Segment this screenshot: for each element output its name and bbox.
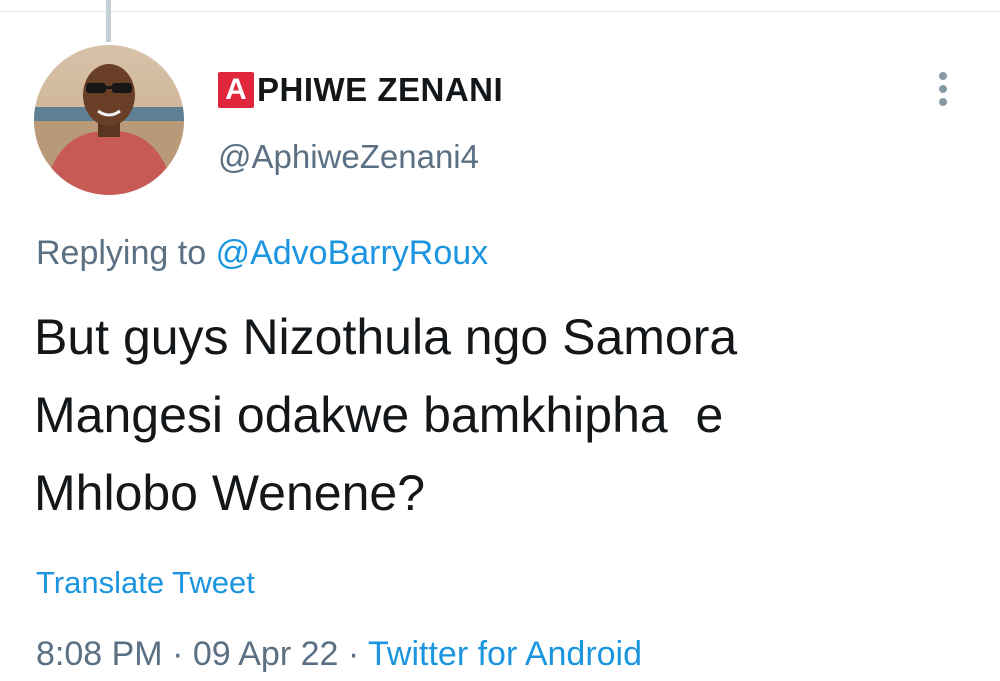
avatar[interactable]: [34, 45, 184, 195]
tweet-time: 8:08 PM: [36, 635, 163, 673]
author-handle[interactable]: @AphiweZenani4: [218, 138, 479, 176]
author-name-badge: A: [218, 72, 254, 108]
tweet-meta: 8:08 PM · 09 Apr 22 · Twitter for Androi…: [36, 635, 642, 674]
replying-prefix: Replying to: [36, 234, 207, 272]
avatar-image: [34, 45, 184, 195]
author-name-row[interactable]: A PHIWE ZENANI: [218, 70, 503, 110]
tweet-date: 09 Apr 22: [192, 635, 339, 673]
top-border: [0, 0, 1000, 12]
author-display-name: PHIWE ZENANI: [257, 71, 504, 108]
tweet-text: But guys Nizothula ngo Samora Mangesi od…: [34, 309, 738, 521]
more-options-icon[interactable]: [930, 70, 956, 112]
translate-tweet-link[interactable]: Translate Tweet: [36, 565, 255, 601]
reply-mention-link[interactable]: @AdvoBarryRoux: [216, 234, 489, 272]
replying-to: Replying to @AdvoBarryRoux: [36, 234, 488, 273]
meta-separator: ·: [162, 635, 193, 673]
thread-connector-line: [106, 0, 111, 42]
meta-separator: ·: [338, 635, 369, 673]
tweet-source-link[interactable]: Twitter for Android: [368, 635, 642, 673]
